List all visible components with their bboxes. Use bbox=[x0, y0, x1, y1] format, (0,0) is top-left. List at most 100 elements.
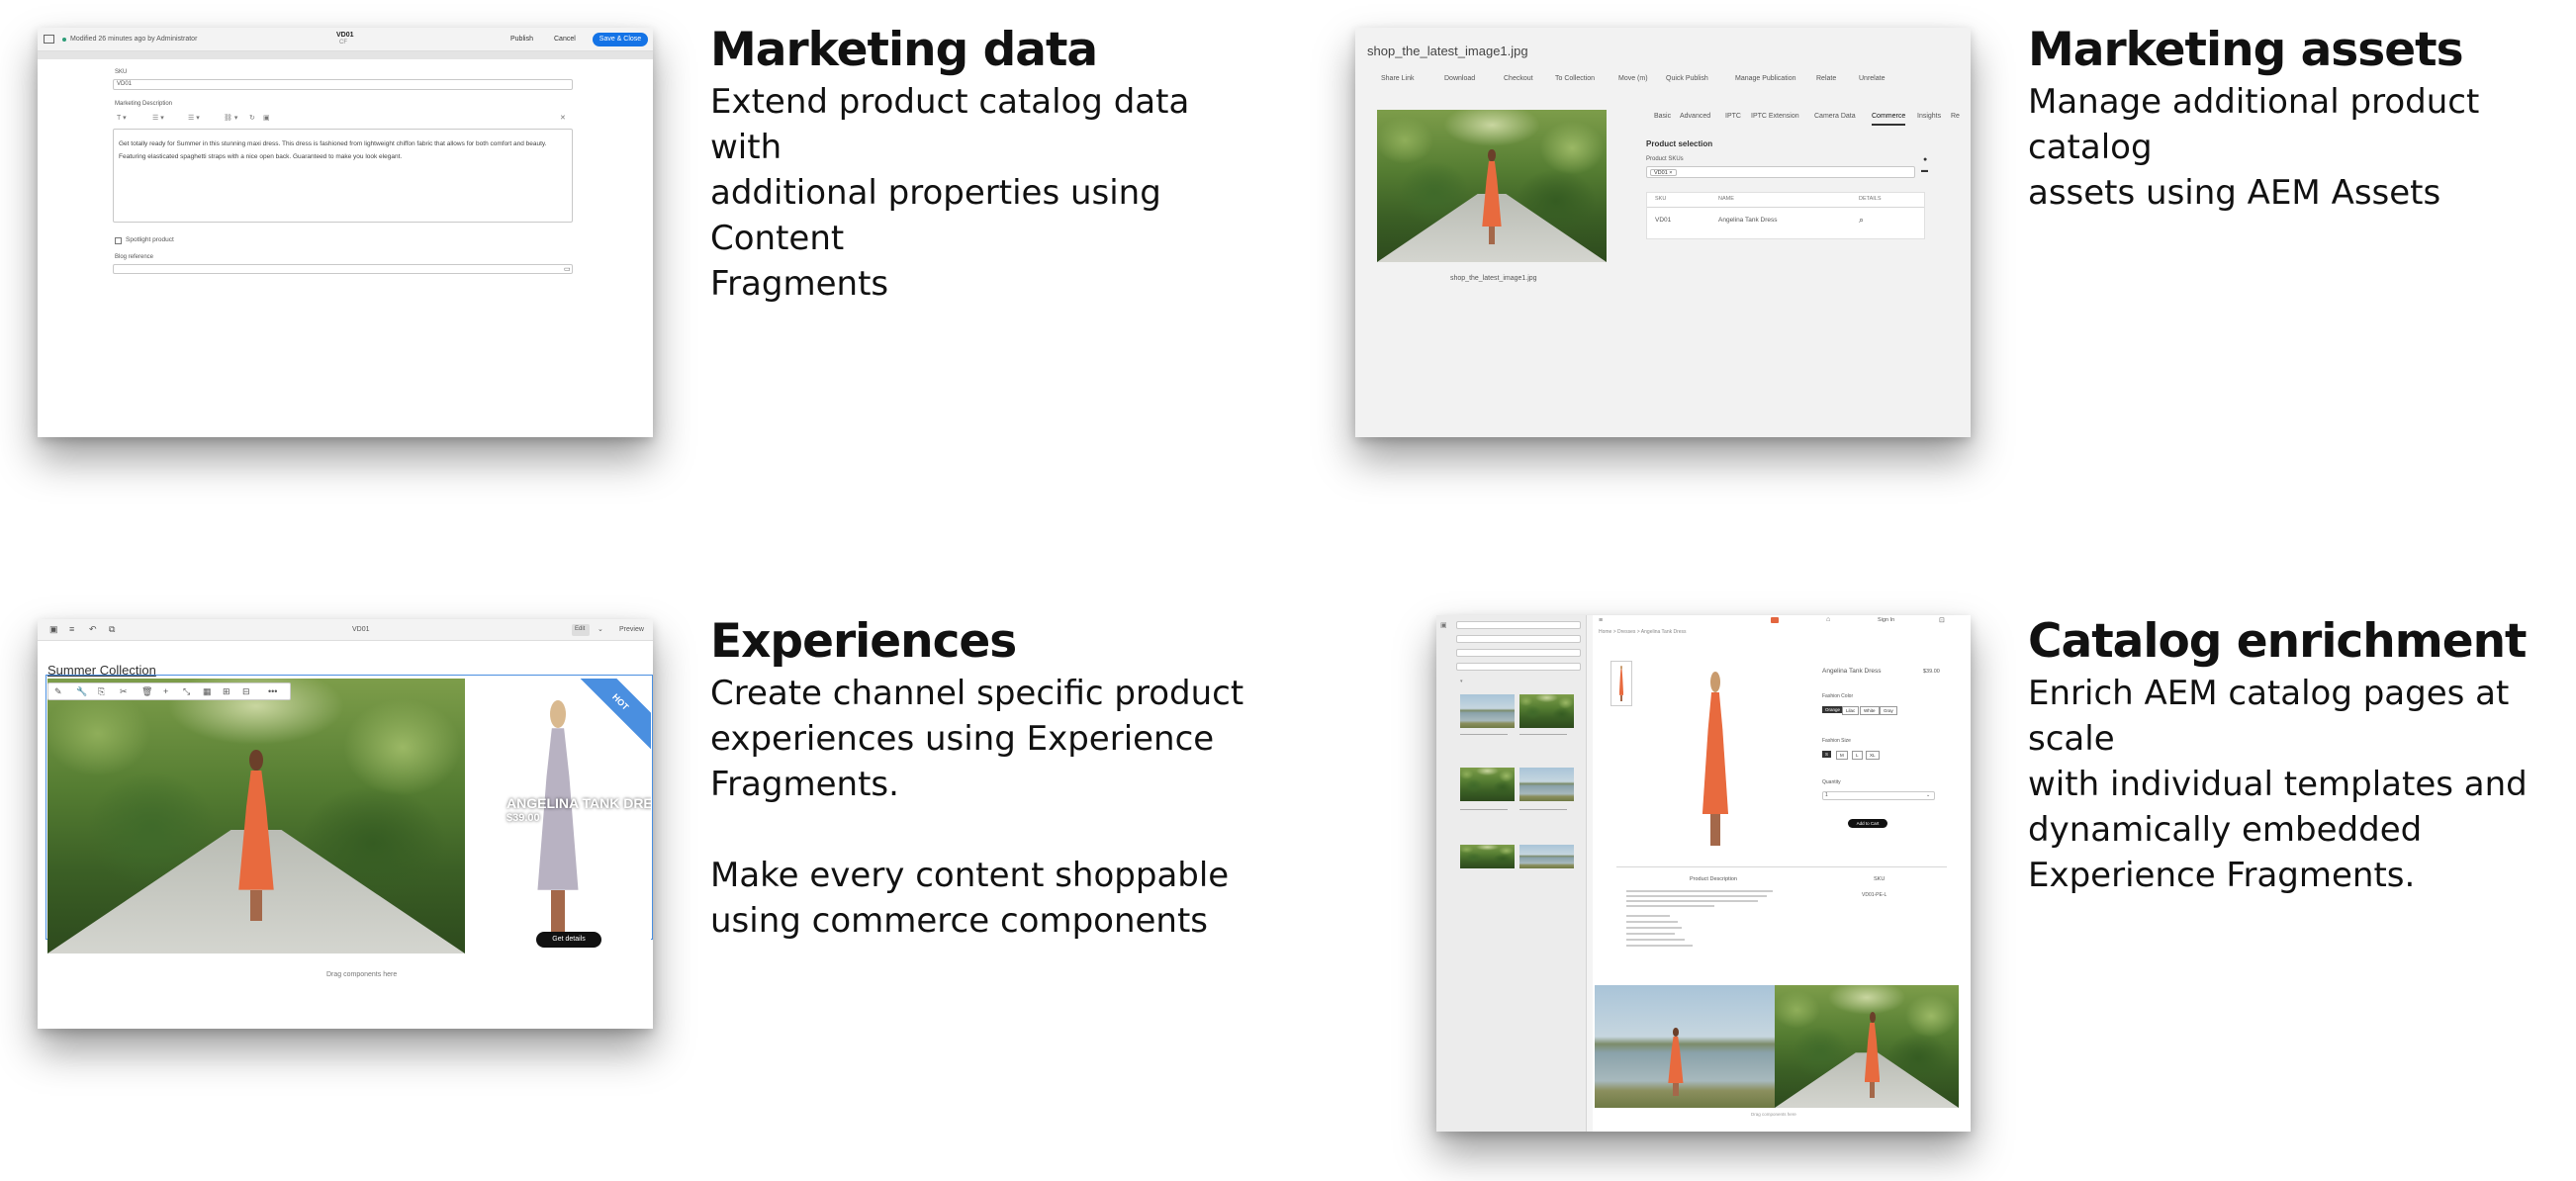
tab-basic[interactable]: Basic bbox=[1654, 113, 1671, 120]
properties-icon[interactable]: ≡ bbox=[69, 624, 74, 634]
manage-publication-button[interactable]: Manage Publication bbox=[1735, 75, 1796, 82]
edit-icon[interactable]: ✎ bbox=[54, 686, 62, 697]
menu-icon[interactable]: ≡ bbox=[1599, 617, 1603, 624]
cancel-button[interactable]: Cancel bbox=[554, 36, 576, 43]
insert-icon[interactable]: + bbox=[163, 686, 168, 696]
tab-camera-data[interactable]: Camera Data bbox=[1814, 113, 1856, 120]
undo-icon[interactable]: ↶ bbox=[89, 624, 97, 635]
size-option[interactable]: M bbox=[1836, 751, 1848, 760]
size-option[interactable]: XL bbox=[1866, 751, 1880, 760]
breadcrumb[interactable]: Home > Dresses > Angelina Tank Dress bbox=[1599, 629, 1687, 635]
size-option[interactable]: L bbox=[1852, 751, 1863, 760]
parent-icon[interactable]: ⊟ bbox=[242, 686, 250, 697]
group-icon[interactable]: ⊞ bbox=[223, 686, 230, 697]
text-format-icon[interactable]: T ▾ bbox=[117, 114, 127, 122]
collection-hero-image[interactable] bbox=[47, 679, 465, 954]
link-icon[interactable]: ⛓ ▾ bbox=[224, 114, 237, 122]
delete-icon[interactable]: 🗑 bbox=[141, 686, 152, 697]
sign-in-link[interactable]: Sign In bbox=[1878, 617, 1894, 623]
asset-thumb-5[interactable] bbox=[1460, 845, 1515, 868]
cut-icon[interactable]: ✂ bbox=[120, 686, 128, 697]
screenshot-asset-properties: shop_the_latest_image1.jpg Share Link Do… bbox=[1355, 28, 1971, 437]
asset-thumb-1[interactable] bbox=[1460, 694, 1515, 728]
resize-icon[interactable]: ⤡ bbox=[183, 686, 190, 697]
collapse-icon[interactable]: ✕ bbox=[560, 114, 566, 122]
sidebar-toggle-icon[interactable] bbox=[44, 35, 54, 44]
panel-toggle-icon[interactable]: ▣ bbox=[49, 624, 58, 635]
move-button[interactable]: Move (m) bbox=[1618, 75, 1648, 82]
indent-icon[interactable]: ☰ ▾ bbox=[188, 114, 200, 122]
rail-heading: ▾ bbox=[1460, 679, 1463, 684]
mode-select[interactable]: Edit bbox=[572, 624, 590, 636]
tab-iptc[interactable]: IPTC bbox=[1725, 113, 1741, 120]
download-button[interactable]: Download bbox=[1444, 75, 1475, 82]
product-main-image[interactable] bbox=[1656, 655, 1775, 863]
refresh-icon[interactable]: ↻ bbox=[249, 114, 255, 122]
row-sku: VD01 bbox=[1655, 217, 1672, 224]
tab-iptc-extension[interactable]: IPTC Extension bbox=[1751, 113, 1799, 120]
get-details-button[interactable]: Get details bbox=[536, 932, 601, 948]
mode-chevron-icon[interactable]: ⌄ bbox=[598, 625, 603, 633]
asset-thumb-2[interactable] bbox=[1519, 694, 1574, 728]
banner-image-forest[interactable] bbox=[1775, 985, 1959, 1108]
color-swatch[interactable]: White bbox=[1860, 706, 1880, 715]
size-option[interactable]: S bbox=[1822, 751, 1832, 758]
product-description-heading: Product Description bbox=[1690, 876, 1737, 882]
asset-thumb-4[interactable] bbox=[1519, 768, 1574, 801]
configure-icon[interactable]: 🔧 bbox=[76, 686, 87, 697]
unrelate-button[interactable]: Unrelate bbox=[1859, 75, 1885, 82]
spotlight-label: Spotlight product bbox=[126, 236, 174, 243]
screenshot-experience-fragment-editor: ▣ ≡ ↶ ⧉ VD01 Edit ⌄ Preview Summer Colle… bbox=[38, 619, 653, 1029]
save-close-button[interactable]: Save & Close bbox=[593, 33, 648, 46]
rail-icon[interactable]: ▣ bbox=[1440, 621, 1447, 629]
folder-browse-icon[interactable]: ▬ bbox=[1921, 167, 1928, 174]
banner-image-lake[interactable] bbox=[1595, 985, 1775, 1108]
color-swatch[interactable]: Lilac bbox=[1842, 706, 1860, 715]
color-swatch[interactable]: Gray bbox=[1880, 706, 1897, 715]
tab-commerce[interactable]: Commerce bbox=[1872, 113, 1905, 120]
filter-field-4[interactable] bbox=[1456, 663, 1581, 671]
sku-chip[interactable]: VD01 × bbox=[1650, 169, 1677, 176]
properties-tabs: Basic Advanced IPTC IPTC Extension Camer… bbox=[1654, 111, 1971, 127]
relate-button[interactable]: Relate bbox=[1816, 75, 1836, 82]
filter-field-1[interactable] bbox=[1456, 621, 1581, 629]
drag-components-placeholder[interactable]: Drag components here bbox=[326, 971, 397, 978]
asset-thumbnail[interactable] bbox=[1377, 110, 1607, 262]
sku-field[interactable]: VD01 bbox=[113, 79, 573, 90]
folder-icon[interactable]: ▭ bbox=[564, 265, 571, 273]
more-icon[interactable]: ••• bbox=[268, 686, 277, 696]
product-skus-field[interactable]: VD01 × bbox=[1646, 166, 1915, 178]
checkout-button[interactable]: Checkout bbox=[1504, 75, 1533, 82]
asset-thumb-6[interactable] bbox=[1519, 845, 1574, 868]
tab-advanced[interactable]: Advanced bbox=[1680, 113, 1710, 120]
list-icon[interactable]: ☰ ▾ bbox=[152, 114, 164, 122]
feature-marketing-assets: Marketing assets Manage additional produ… bbox=[2028, 22, 2572, 216]
quick-publish-button[interactable]: Quick Publish bbox=[1666, 75, 1708, 82]
quantity-select[interactable]: 1 ⌄ bbox=[1822, 791, 1935, 800]
to-collection-button[interactable]: To Collection bbox=[1555, 75, 1595, 82]
tab-insights[interactable]: Insights bbox=[1917, 113, 1941, 120]
tab-more[interactable]: Re bbox=[1951, 113, 1960, 120]
status-dot-icon bbox=[62, 38, 66, 42]
spotlight-checkbox[interactable] bbox=[115, 237, 122, 244]
layout-icon[interactable]: ▦ bbox=[203, 686, 212, 697]
cart-icon[interactable]: ⌂ bbox=[1826, 616, 1830, 623]
add-to-cart-button[interactable]: Add to Cart bbox=[1848, 819, 1887, 828]
filter-field-3[interactable] bbox=[1456, 649, 1581, 657]
description-editor[interactable]: Get totally ready for Summer in this stu… bbox=[113, 129, 573, 223]
asset-thumb-3[interactable] bbox=[1460, 768, 1515, 801]
search-icon[interactable]: ⊡ bbox=[1939, 616, 1945, 624]
details-icon[interactable]: ⌕ bbox=[1859, 215, 1864, 226]
color-swatch[interactable]: Orange bbox=[1822, 706, 1844, 713]
share-link-button[interactable]: Share Link bbox=[1381, 75, 1414, 82]
feature-line: Make every content shoppable bbox=[710, 856, 1230, 895]
preview-button[interactable]: Preview bbox=[619, 626, 644, 633]
publish-button[interactable]: Publish bbox=[510, 36, 533, 43]
image-icon[interactable]: ▣ bbox=[263, 114, 270, 122]
emulator-icon[interactable]: ⧉ bbox=[109, 624, 115, 635]
blog-reference-field[interactable]: ▭ bbox=[113, 264, 573, 274]
product-thumbnail[interactable] bbox=[1610, 661, 1632, 706]
copy-icon[interactable]: ⎘ bbox=[98, 686, 105, 697]
filter-field-2[interactable] bbox=[1456, 635, 1581, 643]
drag-components-placeholder[interactable]: Drag components here bbox=[1751, 1112, 1796, 1117]
